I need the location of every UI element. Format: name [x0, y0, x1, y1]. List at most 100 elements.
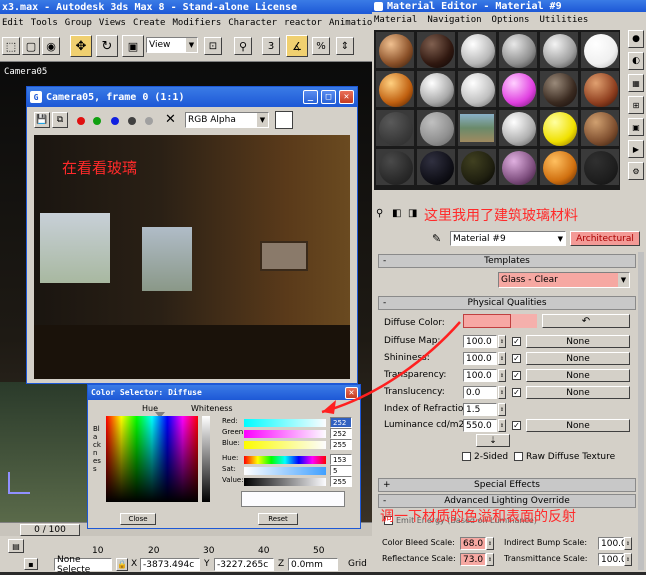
diffuse-color-swatch[interactable] — [463, 314, 511, 328]
map-enable-checkbox[interactable]: ✓ — [512, 421, 521, 430]
map-button[interactable]: None — [526, 369, 630, 382]
green-gradient[interactable] — [244, 430, 326, 438]
spinner-arrows-icon[interactable]: ⇕ — [498, 352, 506, 365]
color-swatch[interactable] — [275, 111, 293, 129]
sample-slot[interactable] — [375, 31, 415, 69]
hue-field[interactable]: 153 — [330, 454, 352, 465]
hue-blackness-gradient[interactable] — [106, 416, 198, 502]
red-channel-icon[interactable] — [77, 117, 85, 125]
assign-to-selection-icon[interactable]: ◨ — [408, 208, 417, 219]
map-button[interactable]: None — [526, 419, 630, 432]
close-button[interactable]: ✕ — [339, 90, 354, 104]
set-diffuse-from-map-button[interactable]: ↶ — [542, 314, 630, 328]
value-gradient[interactable] — [244, 478, 326, 486]
physical-qualities-rollout[interactable]: - Physical Qualities — [378, 296, 636, 310]
spinner-arrows-icon[interactable]: ⇕ — [498, 403, 506, 416]
sample-slot[interactable] — [498, 70, 538, 108]
hue-gradient[interactable] — [244, 456, 326, 464]
sample-slot[interactable] — [457, 109, 497, 147]
sample-slot[interactable] — [375, 70, 415, 108]
menu-utilities[interactable]: Utilities — [539, 15, 588, 25]
blue-field[interactable]: 255 — [330, 439, 352, 450]
time-slider-thumb[interactable]: 0 / 100 — [20, 524, 80, 536]
coord-z-field[interactable]: 0.0mm — [288, 558, 338, 571]
lock-selection-icon[interactable]: 🔒 — [116, 558, 128, 571]
sample-slot[interactable] — [416, 70, 456, 108]
menu-material[interactable]: Material — [374, 15, 417, 25]
sample-slot[interactable] — [580, 109, 620, 147]
backlight-icon[interactable]: ◐ — [628, 52, 644, 70]
sample-slot[interactable] — [416, 148, 456, 186]
panel-scrollbar[interactable] — [638, 252, 644, 570]
video-color-icon[interactable]: ▣ — [628, 118, 644, 136]
whiteness-slider[interactable] — [202, 416, 210, 502]
link-icon[interactable]: ⚲ — [234, 37, 252, 55]
two-sided-checkbox[interactable] — [462, 452, 471, 461]
sample-slot[interactable] — [580, 31, 620, 69]
close-button[interactable]: Close — [120, 513, 156, 525]
save-icon[interactable]: 💾 — [34, 112, 50, 128]
sample-slot[interactable] — [498, 148, 538, 186]
blue-gradient[interactable] — [244, 441, 326, 449]
track-bar[interactable]: ▤ 10 20 30 40 50 — [0, 536, 372, 557]
spinner-arrows-icon[interactable]: ⇕ — [486, 537, 494, 550]
spinner-arrows-icon[interactable]: ⇕ — [498, 335, 506, 348]
sat-field[interactable]: 5 — [330, 465, 352, 476]
track-bar-icon[interactable]: ▤ — [8, 539, 24, 553]
options-icon[interactable]: ⚙ — [628, 162, 644, 180]
viewport-label[interactable]: Camera05 — [4, 67, 47, 77]
spinner-arrows-icon[interactable]: ⇕ — [498, 369, 506, 382]
make-preview-icon[interactable]: ▶ — [628, 140, 644, 158]
spinner-snap-icon[interactable]: ⇕ — [336, 37, 354, 55]
sample-type-icon[interactable]: ● — [628, 30, 644, 48]
snap-3d-icon[interactable]: 3 — [262, 37, 280, 55]
map-enable-checkbox[interactable]: ✓ — [512, 388, 521, 397]
get-material-icon[interactable]: ⚲ — [376, 208, 383, 219]
menu-character[interactable]: Character — [228, 18, 277, 28]
sample-slot[interactable] — [457, 70, 497, 108]
material-type-button[interactable]: Architectural — [570, 231, 640, 246]
clone-icon[interactable]: ⧉ — [52, 112, 68, 128]
red-gradient[interactable] — [244, 419, 326, 427]
sample-slot[interactable] — [539, 109, 579, 147]
menu-reactor[interactable]: reactor — [284, 18, 322, 28]
uv-tiling-icon[interactable]: ⊞ — [628, 96, 644, 114]
material-name-field[interactable]: Material #9 ▼ — [450, 231, 566, 246]
coord-x-field[interactable]: -3873.494c — [140, 558, 200, 571]
select-object-icon[interactable]: ▢ — [22, 37, 40, 55]
spinner-arrows-icon[interactable]: ⇕ — [498, 386, 506, 399]
map-button[interactable]: None — [526, 386, 630, 399]
menu-group[interactable]: Group — [65, 18, 92, 28]
menu-navigation[interactable]: Navigation — [427, 15, 481, 25]
mono-channel-icon[interactable] — [145, 117, 153, 125]
rotate-icon[interactable]: ↻ — [96, 35, 118, 57]
map-button[interactable]: None — [526, 352, 630, 365]
color-bleed-spinner[interactable]: 68.0 — [460, 537, 486, 550]
alpha-channel-icon[interactable] — [128, 117, 136, 125]
move-icon[interactable]: ✥ — [70, 35, 92, 57]
luminance-spinner[interactable]: 550.0 — [463, 419, 497, 432]
reflectance-spinner[interactable]: 73.0 — [460, 553, 486, 566]
green-channel-icon[interactable] — [93, 117, 101, 125]
sat-gradient[interactable] — [244, 467, 326, 475]
maximize-button[interactable]: □ — [321, 90, 336, 104]
menu-options[interactable]: Options — [492, 15, 530, 25]
select-by-name-icon[interactable]: ◉ — [42, 37, 60, 55]
spinner-arrows-icon[interactable]: ⇕ — [498, 419, 506, 432]
sample-slot[interactable] — [457, 148, 497, 186]
menu-create[interactable]: Create — [133, 18, 166, 28]
reference-coord-dropdown[interactable]: View ▼ — [146, 37, 198, 53]
put-to-scene-icon[interactable]: ◧ — [392, 208, 401, 219]
map-button[interactable]: None — [526, 335, 630, 348]
sample-slot[interactable] — [375, 148, 415, 186]
map-enable-checkbox[interactable]: ✓ — [512, 371, 521, 380]
percent-snap-icon[interactable]: % — [312, 37, 330, 55]
map-enable-checkbox[interactable]: ✓ — [512, 337, 521, 346]
templates-rollout[interactable]: - Templates — [378, 254, 636, 268]
menu-animation[interactable]: Animation — [329, 18, 378, 28]
red-field[interactable]: 252 — [330, 417, 352, 428]
sample-slot[interactable] — [539, 70, 579, 108]
pivot-icon[interactable]: ⊡ — [204, 37, 222, 55]
raw-diffuse-checkbox[interactable] — [514, 452, 523, 461]
set-luminance-from-light-button[interactable]: ⇣ — [476, 434, 510, 447]
